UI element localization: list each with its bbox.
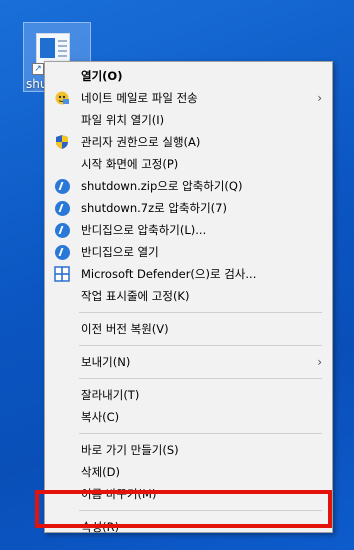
bandizip-icon (55, 222, 70, 238)
bandizip-icon (55, 178, 70, 194)
menu-item-label: 파일 위치 열기(I) (81, 113, 165, 127)
menu-item[interactable]: 잘라내기(T) (45, 384, 332, 406)
menu-item[interactable]: 복사(C) (45, 406, 332, 428)
highlight-box-properties (35, 490, 332, 528)
uac-shield-icon (54, 134, 70, 150)
menu-item-label: Microsoft Defender(으)로 검사... (81, 267, 257, 281)
menu-item[interactable]: shutdown.zip으로 압축하기(Q) (45, 175, 332, 197)
menu-item-label: 보내기(N) (81, 355, 131, 369)
bandizip-icon (55, 244, 70, 260)
menu-item[interactable]: 삭제(D) (45, 461, 332, 483)
menu-item-label: 작업 표시줄에 고정(K) (81, 289, 190, 303)
menu-separator (79, 433, 322, 434)
context-menu: 열기(O) 네이트 메일로 파일 전송 › 파일 위치 열기(I) 관리자 권한으로 실… (44, 61, 333, 534)
menu-separator (79, 345, 322, 346)
menu-item[interactable]: shutdown.7z로 압축하기(7) (45, 197, 332, 219)
menu-item[interactable]: 반디집으로 압축하기(L)... (45, 219, 332, 241)
menu-item-label: 네이트 메일로 파일 전송 (81, 91, 198, 105)
menu-separator (79, 312, 322, 313)
menu-item[interactable]: Microsoft Defender(으)로 검사... (45, 263, 332, 285)
menu-item[interactable]: 작업 표시줄에 고정(K) (45, 285, 332, 307)
menu-item[interactable]: 파일 위치 열기(I) (45, 109, 332, 131)
chevron-right-icon: › (317, 355, 322, 369)
defender-icon (54, 266, 70, 282)
menu-item-label: 바로 가기 만들기(S) (81, 443, 179, 457)
menu-item[interactable]: 관리자 권한으로 실행(A) (45, 131, 332, 153)
menu-item-label: 관리자 권한으로 실행(A) (81, 135, 201, 149)
shortcut-arrow-icon: ↗ (32, 63, 44, 75)
menu-item-label: shutdown.zip으로 압축하기(Q) (81, 179, 243, 193)
menu-item-label: 반디집으로 압축하기(L)... (81, 223, 207, 237)
menu-item-label: 반디집으로 열기 (81, 245, 159, 259)
menu-item[interactable]: 열기(O) (45, 65, 332, 87)
menu-item-label: 복사(C) (81, 410, 120, 424)
nate-mail-icon (54, 90, 70, 106)
menu-item[interactable]: 이전 버전 복원(V) (45, 318, 332, 340)
bandizip-icon (55, 200, 70, 216)
chevron-right-icon: › (317, 91, 322, 105)
menu-item-label: 잘라내기(T) (81, 388, 140, 402)
menu-item[interactable]: 시작 화면에 고정(P) (45, 153, 332, 175)
menu-item[interactable]: 바로 가기 만들기(S) (45, 439, 332, 461)
menu-item-label: 열기(O) (81, 69, 123, 83)
menu-item-label: 시작 화면에 고정(P) (81, 157, 179, 171)
menu-item[interactable]: 반디집으로 열기 (45, 241, 332, 263)
menu-item[interactable]: 네이트 메일로 파일 전송 › (45, 87, 332, 109)
menu-item-label: shutdown.7z로 압축하기(7) (81, 201, 227, 215)
menu-item[interactable]: 보내기(N) › (45, 351, 332, 373)
menu-item-label: 삭제(D) (81, 465, 120, 479)
menu-separator (79, 378, 322, 379)
menu-item-label: 이전 버전 복원(V) (81, 322, 169, 336)
